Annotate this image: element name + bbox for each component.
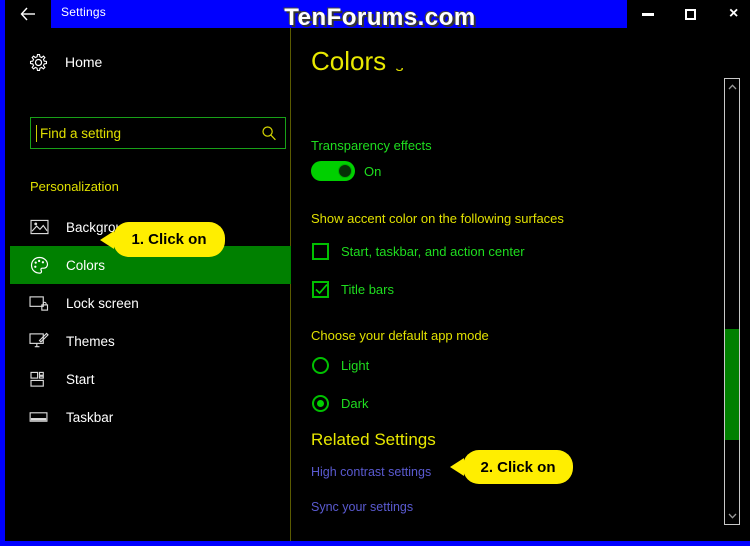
maximize-button[interactable] (670, 0, 712, 28)
minimize-button[interactable] (627, 0, 669, 28)
sidebar-item-taskbar-label: Taskbar (66, 409, 114, 425)
transparency-effects-toggle[interactable] (311, 161, 355, 181)
text-caret (36, 124, 37, 142)
radio-dot (317, 400, 324, 407)
sidebar-item-home-label: Home (65, 54, 103, 70)
search-icon (261, 125, 277, 146)
radio-dark-label: Dark (341, 396, 369, 411)
sidebar-item-themes-label: Themes (66, 333, 115, 349)
scrollbar-down-button[interactable] (725, 509, 739, 523)
transparency-effects-label: Transparency effects (311, 138, 432, 153)
callout-step-1: 1. Click on (100, 222, 225, 257)
page-title: Colors (311, 46, 397, 77)
settings-window: Settings × TenForums.com Home Find a set… (0, 0, 750, 546)
scrollbar-thumb[interactable] (725, 329, 739, 440)
picture-icon (28, 216, 50, 238)
radio-light[interactable] (312, 357, 329, 374)
vertical-scrollbar[interactable] (724, 78, 740, 525)
link-sync-your-settings[interactable]: Sync your settings (311, 500, 413, 514)
radio-dark[interactable] (312, 395, 329, 412)
checkbox-title-bars-label: Title bars (341, 282, 394, 297)
callout-step-2: 2. Click on (439, 450, 573, 484)
radio-light-label: Light (341, 358, 370, 373)
sidebar: Home Find a setting Personalization Back… (10, 28, 291, 541)
taskbar-icon (28, 406, 50, 428)
callout-step-1-text: 1. Click on (131, 231, 207, 248)
app-mode-heading: Choose your default app mode (311, 328, 489, 343)
related-settings-heading: Related Settings (311, 430, 436, 449)
back-arrow-icon (20, 7, 36, 21)
checkbox-start-taskbar-action-center-label: Start, taskbar, and action center (341, 244, 525, 259)
palette-icon (28, 254, 50, 276)
sidebar-item-lock-screen-label: Lock screen (66, 295, 139, 311)
transparency-effects-state: On (364, 164, 382, 179)
search-placeholder: Find a setting (40, 125, 122, 141)
sidebar-group-label: Personalization (30, 179, 119, 194)
callout-tail (100, 230, 114, 249)
sidebar-item-lock-screen[interactable]: Lock screen (10, 284, 291, 322)
maximize-icon (685, 8, 697, 20)
lock-screen-icon (28, 292, 50, 314)
sidebar-item-taskbar[interactable]: Taskbar (10, 398, 291, 436)
sidebar-item-start[interactable]: Start (10, 360, 291, 398)
toggle-knob (338, 164, 352, 178)
search-input[interactable]: Find a setting (30, 117, 286, 149)
gear-icon (28, 52, 48, 72)
sidebar-item-colors-label: Colors (66, 257, 106, 273)
checkbox-start-taskbar-action-center[interactable] (312, 243, 329, 260)
window-controls: × (627, 0, 750, 28)
start-tiles-icon (28, 368, 50, 390)
minimize-icon (642, 12, 655, 16)
close-button[interactable]: × (713, 0, 750, 28)
sidebar-item-start-label: Start (66, 371, 95, 387)
window-title: Settings (61, 5, 106, 19)
callout-step-2-text: 2. Click on (480, 458, 556, 476)
sidebar-item-themes[interactable]: Themes (10, 322, 291, 360)
link-high-contrast-settings[interactable]: High contrast settings (311, 465, 431, 479)
accent-surfaces-heading: Show accent color on the following surfa… (311, 211, 564, 226)
title-bar: Settings × (5, 0, 750, 28)
themes-icon (28, 330, 50, 352)
scrollbar-up-button[interactable] (725, 80, 739, 94)
close-icon: × (728, 5, 739, 22)
back-button[interactable] (5, 0, 51, 28)
callout-tail (450, 458, 464, 476)
checkbox-title-bars[interactable] (312, 281, 329, 298)
sidebar-item-home[interactable]: Home (10, 44, 291, 80)
